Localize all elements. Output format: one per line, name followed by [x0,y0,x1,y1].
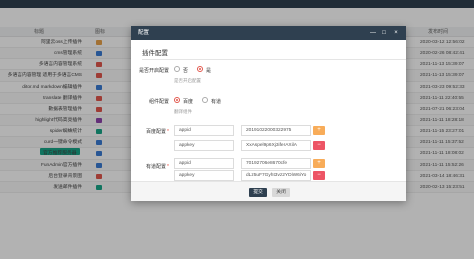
component-option-baidu: 百度 [183,99,194,105]
page: 标题 图标 发布时间 阿里云oss上传插件 2020-03-12 12:56:02… [0,0,474,259]
baidu-appid-value-input[interactable]: 20191022000322975 [241,125,311,136]
panel-title: 插件配置 [142,50,168,57]
enable-hint: 是否开启配置 [174,78,201,83]
component-radio-baidu[interactable] [174,97,180,103]
divider [142,59,406,60]
youdao-appkey-key-input[interactable]: appkey [174,170,234,181]
submit-button[interactable]: 提交 [249,188,267,197]
maximize-icon[interactable]: □ [380,29,388,37]
modal-body: 插件配置 是否开启配置 否 是 是否开启配置 组件配置 百度 有道 翻译组件 百… [131,40,406,181]
modal-footer: 提交 关闭 [131,181,406,201]
baidu-appkey-key-input[interactable]: appkey [174,140,234,151]
enable-label: 是否开启配置 [138,68,169,74]
enable-radio-yes[interactable] [197,66,203,72]
youdao-appkey-value-input[interactable]: dLz5uF7Gyht3vz2YDiW6iYo [241,170,311,181]
youdao-add-button[interactable]: + [313,159,325,168]
component-radio-youdao[interactable] [202,97,208,103]
baidu-appid-key-input[interactable]: appid [174,125,234,136]
youdao-remove-button[interactable]: − [313,171,325,180]
youdao-appid-key-input[interactable]: appid [174,158,234,169]
minimize-icon[interactable]: — [369,29,377,37]
component-hint: 翻译组件 [174,109,192,114]
close-icon[interactable]: × [392,29,400,37]
modal-header: 配置 — □ × [131,26,406,40]
youdao-appid-value-input[interactable]: 70192706e8670cfe [241,158,311,169]
config-modal: 配置 — □ × 插件配置 是否开启配置 否 是 是否开启配置 组件配置 百度 … [131,26,406,201]
baidu-add-button[interactable]: + [313,126,325,135]
baidu-appkey-value-input[interactable]: XxAspel9p6Xj3iferAXilA [241,140,311,151]
enable-radio-no[interactable] [174,66,180,72]
component-label: 组件配置 [148,99,169,105]
youdao-config-label: 有道配置* [146,164,169,170]
baidu-remove-button[interactable]: − [313,141,325,150]
modal-title: 配置 [138,30,150,36]
enable-option-no: 否 [183,68,189,74]
cancel-button[interactable]: 关闭 [272,188,290,197]
component-option-youdao: 有道 [211,99,222,105]
enable-option-yes: 是 [206,68,212,74]
baidu-config-label: 百度配置* [146,129,169,135]
